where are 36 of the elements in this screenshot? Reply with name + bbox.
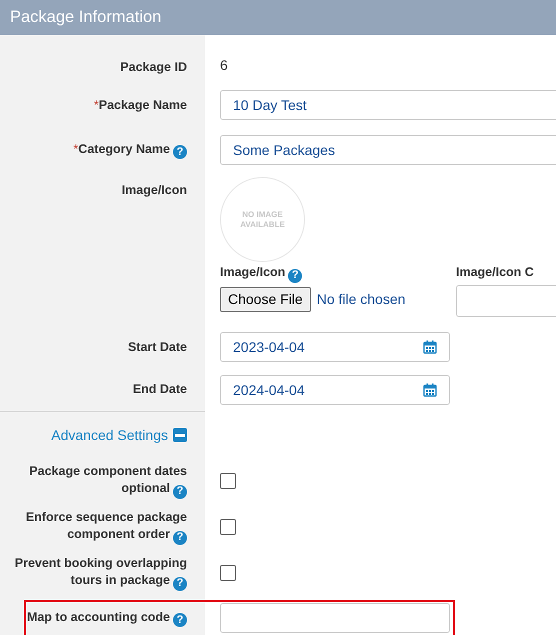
help-icon[interactable]: ? xyxy=(173,613,187,628)
choose-file-button[interactable]: Choose File xyxy=(220,286,311,312)
field-label: Enforce sequence package component order ? xyxy=(24,509,187,545)
field-label: *Category Name ? xyxy=(73,140,187,160)
field-label: Start Date xyxy=(128,338,187,356)
help-icon[interactable]: ? xyxy=(173,530,187,545)
field-label: Package ID xyxy=(120,59,187,76)
field-label: Package component dates optional ? xyxy=(28,463,187,499)
field-label: Map to accounting code ? xyxy=(26,608,187,628)
date-field[interactable]: 2023-04-04 xyxy=(220,332,450,362)
checkbox[interactable] xyxy=(220,519,236,535)
file-status: No file chosen xyxy=(316,290,406,308)
help-icon[interactable]: ? xyxy=(173,145,187,160)
field-label: *Package Name xyxy=(94,96,187,114)
date-value: 2024-04-04 xyxy=(233,380,305,400)
field-label: Image/Icon xyxy=(122,182,187,199)
header-title: Package Information xyxy=(10,7,162,28)
date-value: 2023-04-04 xyxy=(233,338,305,356)
upload-label: Image/Icon xyxy=(220,265,286,279)
date-field[interactable]: 2024-04-04 xyxy=(220,375,450,405)
field-label: Prevent booking overlapping tours in package ? xyxy=(14,555,187,591)
help-icon[interactable]: ? xyxy=(288,268,302,282)
field-label: Image/Icon C xyxy=(456,264,535,281)
field-value: 6 xyxy=(220,56,228,75)
text-field[interactable] xyxy=(456,284,556,317)
collapse-icon[interactable] xyxy=(173,428,187,442)
text-field[interactable] xyxy=(220,603,450,633)
text-field[interactable]: 10 Day Test xyxy=(220,90,556,120)
help-icon[interactable]: ? xyxy=(173,484,187,499)
calendar-icon[interactable] xyxy=(423,340,437,354)
checkbox[interactable] xyxy=(220,565,236,581)
help-icon[interactable]: ? xyxy=(173,576,187,591)
calendar-icon[interactable] xyxy=(423,383,437,397)
text-field[interactable]: Some Packages xyxy=(220,135,556,165)
field-label: End Date xyxy=(132,381,187,398)
checkbox[interactable] xyxy=(220,473,236,489)
